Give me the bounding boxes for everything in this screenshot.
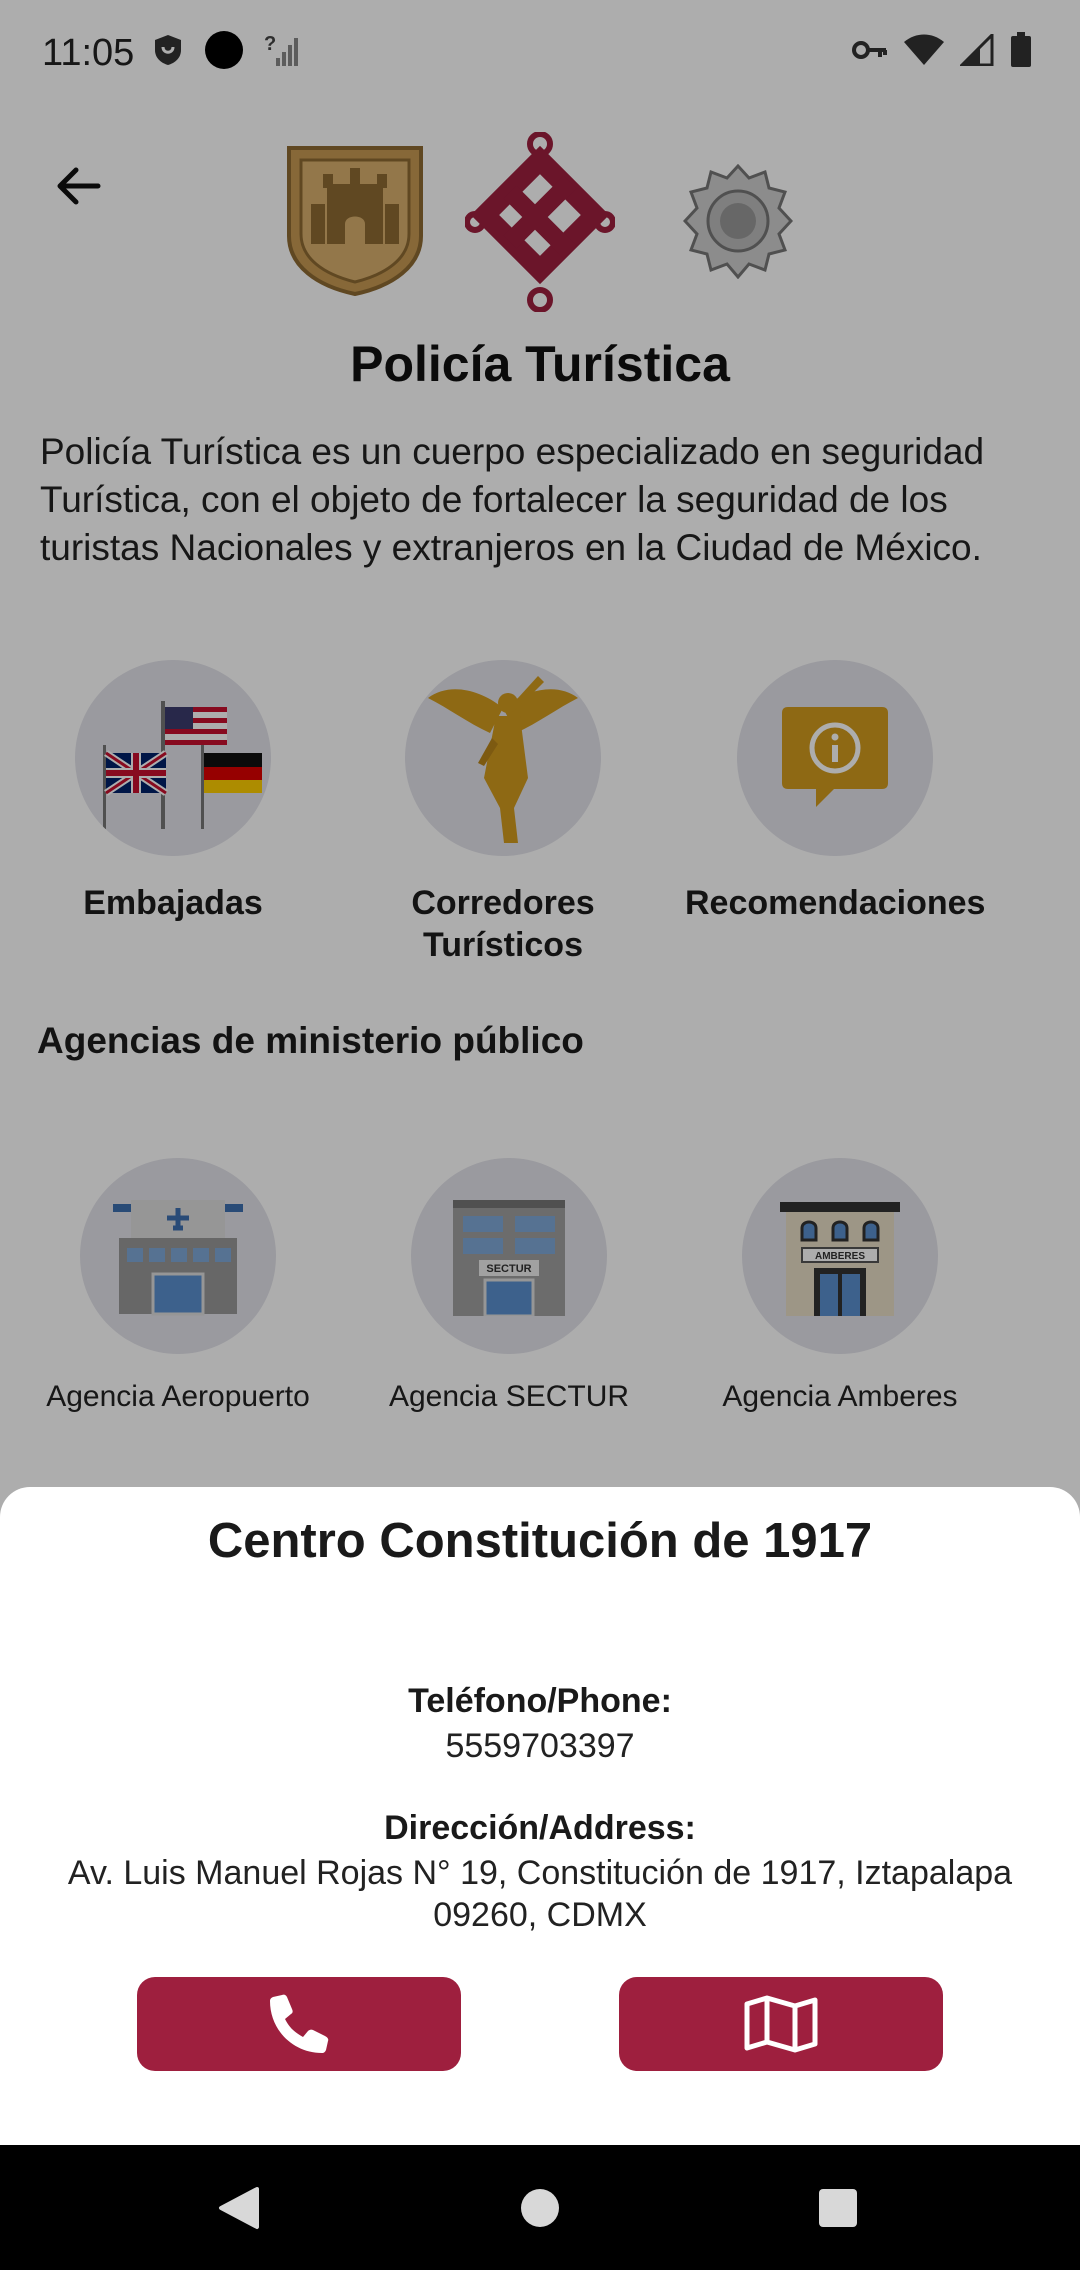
sheet-title: Centro Constitución de 1917 xyxy=(207,1514,873,1568)
agency-detail-sheet: Centro Constitución de 1917 Teléfono/Pho… xyxy=(0,1487,1080,2145)
triangle-back-icon xyxy=(219,2187,259,2229)
square-recents-icon xyxy=(819,2189,857,2227)
phone-label: Teléfono/Phone: xyxy=(408,1682,672,1720)
circle-home-icon xyxy=(521,2189,559,2227)
nav-home-button[interactable] xyxy=(510,2183,570,2233)
phone-value: 5559703397 xyxy=(445,1727,635,1765)
call-button[interactable] xyxy=(137,1977,461,2071)
phone-icon xyxy=(270,1994,329,2053)
address-value: Av. Luis Manuel Rojas N° 19, Constitució… xyxy=(67,1854,1013,1934)
address-label: Dirección/Address: xyxy=(384,1809,696,1847)
map-button[interactable] xyxy=(619,1977,943,2071)
nav-back-button[interactable] xyxy=(209,2183,269,2233)
system-nav-bar xyxy=(0,2145,1080,2270)
map-icon xyxy=(744,1995,818,2053)
nav-recents-button[interactable] xyxy=(808,2183,868,2233)
